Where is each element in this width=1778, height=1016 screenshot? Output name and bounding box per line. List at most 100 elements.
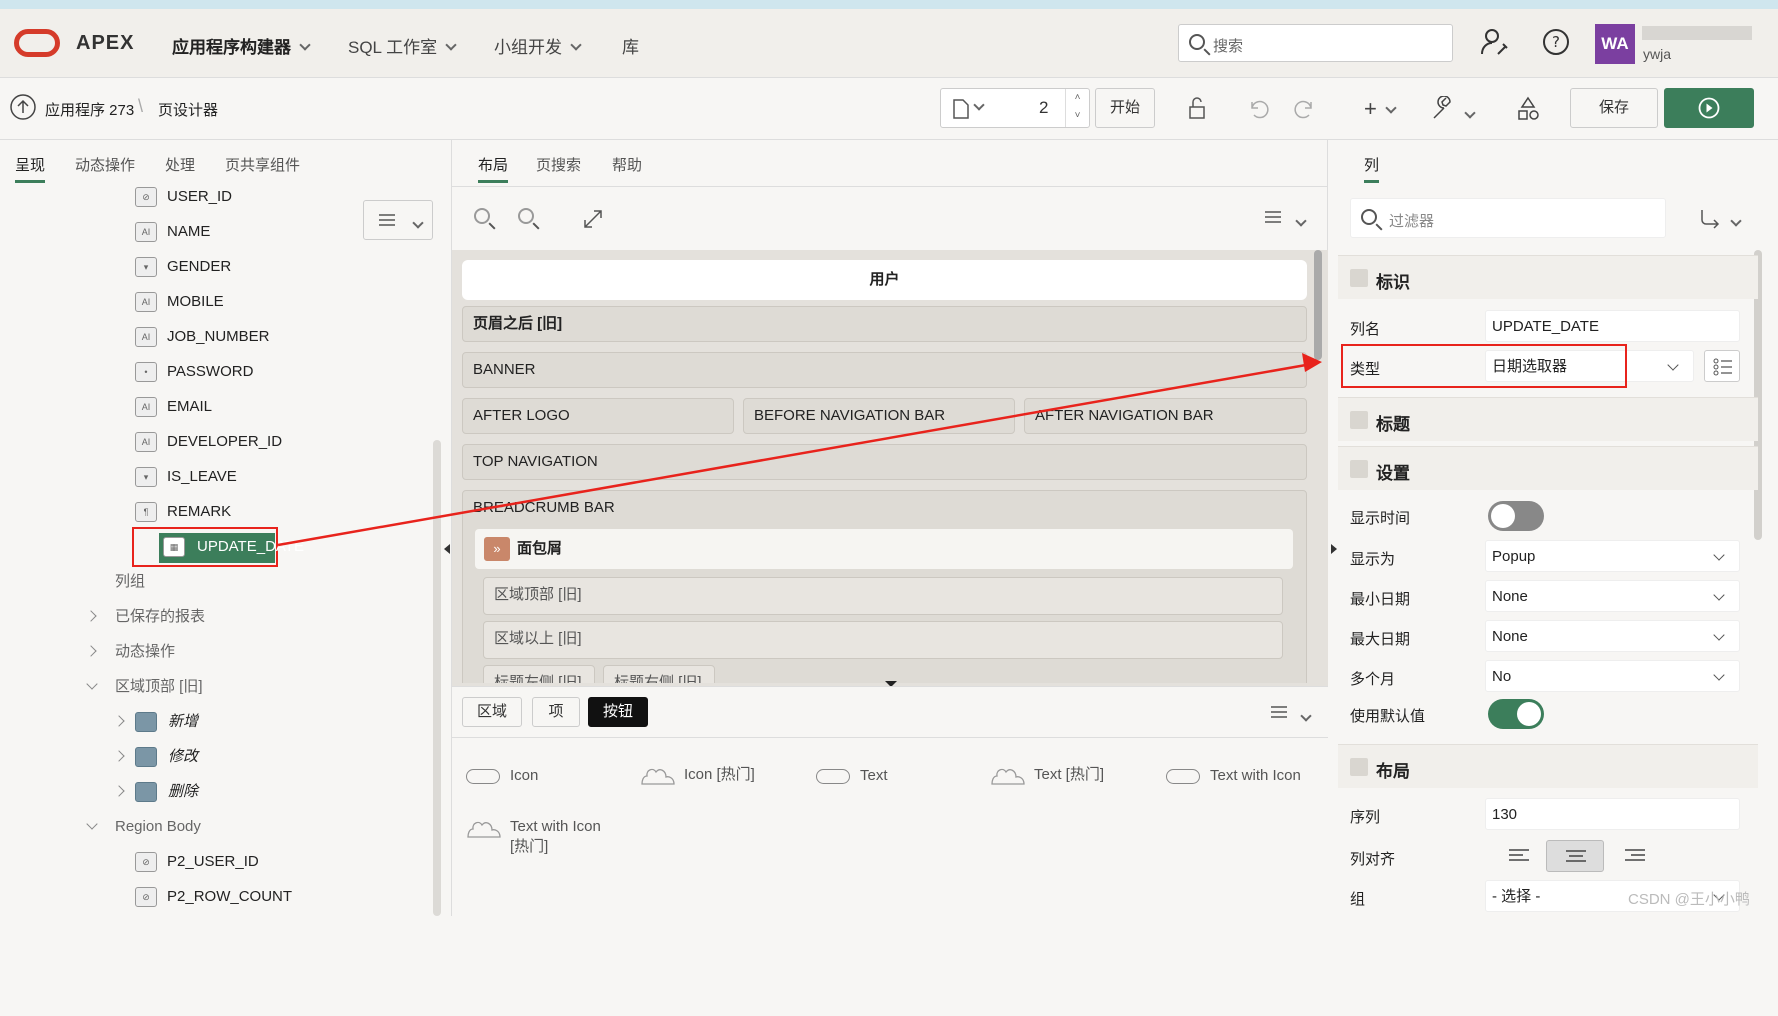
region-top-old[interactable]: 区域顶部 [旧] [483, 577, 1283, 615]
save-button[interactable]: 保存 [1570, 88, 1658, 128]
gallery-button-text-hot[interactable]: Text [热门] [990, 763, 1104, 786]
tree-item[interactable]: AINAME [167, 218, 210, 246]
chevron-down-icon[interactable] [1295, 215, 1306, 226]
page-title-bar[interactable]: 用户 [462, 260, 1307, 300]
tree-item[interactable]: ⊘USER_ID [167, 183, 232, 211]
chevron-down-icon[interactable] [1730, 215, 1741, 226]
tab-shared-components[interactable]: 页共享组件 [225, 154, 300, 175]
zoom-out-icon[interactable] [474, 208, 490, 224]
tab-help[interactable]: 帮助 [612, 154, 642, 175]
go-button[interactable]: 开始 [1095, 88, 1155, 128]
tab-page-search[interactable]: 页搜索 [536, 154, 581, 175]
tree-item[interactable]: AIEMAIL [167, 393, 212, 421]
menu-gallery[interactable]: 库 [622, 33, 639, 58]
gallery-button-icon[interactable]: Icon [466, 767, 538, 784]
tree-button-edit[interactable]: 修改 [168, 743, 198, 771]
gallery-button-text[interactable]: Text [816, 767, 888, 784]
breadcrumb-app[interactable]: 应用程序 273 [45, 99, 134, 120]
redo-icon[interactable] [1291, 96, 1317, 122]
expand-icon[interactable] [582, 208, 604, 230]
tab-dynamic-actions[interactable]: 动态操作 [75, 154, 135, 175]
menu-lines-icon[interactable] [1270, 705, 1288, 721]
tree-item-p2-user-id[interactable]: ⊘P2_USER_ID [167, 848, 259, 876]
tree-saved-reports[interactable]: 已保存的报表 [115, 603, 205, 631]
tab-rendering[interactable]: 呈现 [15, 154, 45, 175]
gallery-button-text-with-icon[interactable]: Text with Icon [1166, 767, 1301, 784]
tree-item[interactable]: ¶REMARK [167, 498, 231, 526]
filter-input[interactable]: 过滤器 [1350, 198, 1666, 238]
tree-item[interactable]: AIDEVELOPER_ID [167, 428, 282, 456]
chevron-down-icon[interactable] [1300, 710, 1311, 721]
menu-app-builder[interactable]: 应用程序构建器 [172, 33, 309, 58]
region-above-old[interactable]: 区域以上 [旧] [483, 621, 1283, 659]
tree-button-delete[interactable]: 删除 [168, 778, 198, 806]
tab-layout[interactable]: 布局 [478, 154, 508, 175]
align-left-icon[interactable] [1508, 848, 1530, 864]
use-default-toggle[interactable] [1488, 699, 1544, 729]
tree-item[interactable]: AIMOBILE [167, 288, 224, 316]
min-date-select[interactable]: None [1485, 580, 1740, 612]
tree-item[interactable]: ▦UPDATE_DATE [159, 533, 275, 563]
gallery-tab-items[interactable]: 项 [532, 697, 580, 727]
menu-sql-workshop[interactable]: SQL 工作室 [348, 33, 455, 58]
scrollbar[interactable] [433, 440, 441, 916]
menu-team-dev[interactable]: 小组开发 [494, 33, 580, 58]
region-top-navigation[interactable]: TOP NAVIGATION [462, 444, 1307, 480]
quick-pick-list-button[interactable] [1704, 350, 1740, 382]
section-settings[interactable]: 设置 [1338, 446, 1758, 490]
tree-item[interactable]: ▾GENDER [167, 253, 231, 281]
go-to-group-icon[interactable] [1698, 208, 1722, 230]
align-center-button[interactable] [1546, 840, 1604, 872]
tree-button-add[interactable]: 新增 [168, 708, 198, 736]
show-time-toggle[interactable] [1488, 501, 1544, 531]
tree-region-body[interactable]: Region Body [115, 813, 201, 841]
lock-icon[interactable] [1184, 96, 1210, 122]
gallery-tab-regions[interactable]: 区域 [462, 697, 522, 727]
section-identification[interactable]: 标识 [1338, 255, 1758, 299]
gallery-button-icon-hot[interactable]: Icon [热门] [640, 763, 755, 786]
tab-processing[interactable]: 处理 [165, 154, 195, 175]
region-banner[interactable]: BANNER [462, 352, 1307, 388]
tree-item[interactable]: •PASSWORD [167, 358, 253, 386]
column-name-field[interactable]: UPDATE_DATE [1485, 310, 1740, 342]
create-menu[interactable]: + [1364, 96, 1395, 122]
help-icon[interactable]: ? [1541, 27, 1571, 57]
zoom-in-icon[interactable] [518, 208, 534, 224]
breadcrumb-region[interactable]: » 面包屑 [475, 529, 1293, 569]
region-after-header[interactable]: 页眉之后 [旧] [462, 306, 1307, 342]
collapse-left-arrow[interactable] [444, 544, 450, 554]
align-right-icon[interactable] [1624, 848, 1646, 864]
search-input[interactable]: 搜索 [1178, 24, 1453, 62]
region-after-nav[interactable]: AFTER NAVIGATION BAR [1024, 398, 1307, 434]
tree-item[interactable]: ▾IS_LEAVE [167, 463, 237, 491]
collapse-right-arrow[interactable] [1331, 544, 1337, 554]
gallery-button-text-with-icon-hot[interactable]: Text with Icon [热门] [466, 817, 610, 857]
canvas-scrollbar[interactable] [1314, 250, 1322, 360]
tree-item-p2-row-count[interactable]: ⊘P2_ROW_COUNT [167, 883, 292, 911]
tree-menu-button[interactable] [363, 200, 433, 240]
multiple-months-select[interactable]: No [1485, 660, 1740, 692]
chevron-down-icon[interactable] [1464, 107, 1475, 118]
menu-lines-icon[interactable] [1264, 210, 1282, 226]
page-stepper[interactable]: ˄˅ [1065, 89, 1089, 127]
shared-components-icon[interactable] [1514, 95, 1542, 123]
gallery-tab-buttons[interactable]: 按钮 [588, 697, 648, 727]
tree-region-top[interactable]: 区域顶部 [旧] [115, 673, 203, 701]
run-page-button[interactable] [1664, 88, 1754, 128]
wrench-icon[interactable] [1430, 96, 1456, 122]
region-after-logo[interactable]: AFTER LOGO [462, 398, 734, 434]
tree-item[interactable]: AIJOB_NUMBER [167, 323, 270, 351]
region-before-nav[interactable]: BEFORE NAVIGATION BAR [743, 398, 1015, 434]
oracle-logo[interactable] [14, 29, 60, 57]
page-selector[interactable]: 2 ˄˅ [940, 88, 1090, 128]
tree-dynamic-actions[interactable]: 动态操作 [115, 638, 175, 666]
sequence-field[interactable]: 130 [1485, 798, 1740, 830]
max-date-select[interactable]: None [1485, 620, 1740, 652]
tab-column[interactable]: 列 [1364, 154, 1379, 175]
avatar[interactable]: WA [1595, 24, 1635, 64]
administration-icon[interactable] [1480, 27, 1510, 57]
section-heading[interactable]: 标题 [1338, 397, 1758, 441]
section-layout[interactable]: 布局 [1338, 744, 1758, 788]
up-arrow-icon[interactable] [9, 93, 37, 121]
display-as-select[interactable]: Popup [1485, 540, 1740, 572]
